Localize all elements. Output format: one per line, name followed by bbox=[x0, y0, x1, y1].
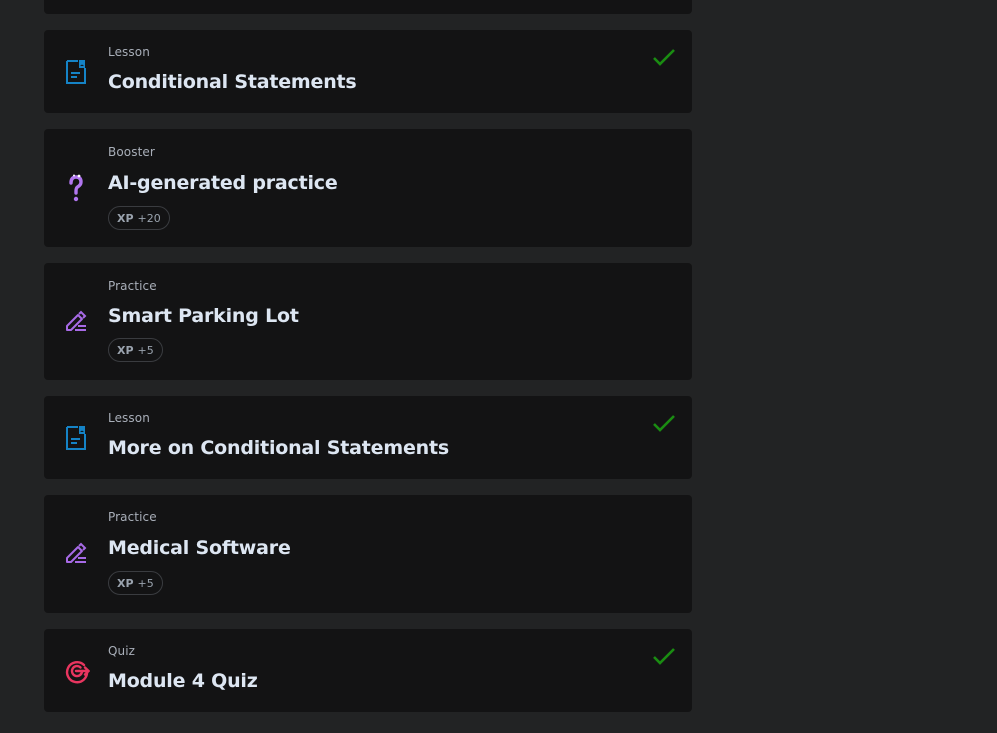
item-title: AI-generated practice bbox=[108, 172, 338, 194]
target-icon bbox=[64, 658, 91, 684]
item-title: Medical Software bbox=[108, 537, 291, 559]
lesson-card[interactable]: Lesson More on Conditional Statements bbox=[44, 396, 692, 479]
xp-label: XP bbox=[117, 576, 134, 590]
item-title: More on Conditional Statements bbox=[108, 437, 449, 459]
pencil-icon bbox=[64, 541, 88, 565]
xp-badge: XP +5 bbox=[108, 571, 163, 595]
item-kind-label: Lesson bbox=[108, 411, 150, 425]
item-title: Module 4 Quiz bbox=[108, 670, 258, 692]
xp-value: +5 bbox=[137, 576, 154, 590]
xp-badge: XP +5 bbox=[108, 338, 163, 362]
quiz-card[interactable]: Quiz Module 4 Quiz bbox=[44, 629, 692, 712]
item-kind-label: Practice bbox=[108, 279, 157, 293]
completed-check-icon bbox=[652, 414, 676, 434]
item-kind-label: Quiz bbox=[108, 644, 136, 658]
previous-item-card[interactable] bbox=[44, 0, 692, 14]
practice-card[interactable]: Practice Medical Software XP +5 bbox=[44, 495, 692, 613]
item-title: Smart Parking Lot bbox=[108, 305, 299, 327]
completed-check-icon bbox=[652, 647, 676, 667]
xp-value: +5 bbox=[137, 343, 154, 357]
ai-question-icon bbox=[64, 173, 88, 202]
item-kind-label: Practice bbox=[108, 510, 157, 524]
item-kind-label: Booster bbox=[108, 145, 155, 159]
xp-label: XP bbox=[117, 343, 134, 357]
booster-card[interactable]: Booster AI-generated practice XP +20 bbox=[44, 129, 692, 247]
practice-card[interactable]: Practice Smart Parking Lot XP +5 bbox=[44, 263, 692, 380]
document-icon bbox=[64, 59, 88, 84]
document-icon bbox=[64, 425, 88, 450]
xp-badge: XP +20 bbox=[108, 206, 170, 230]
completed-check-icon bbox=[652, 48, 676, 68]
pencil-icon bbox=[64, 309, 88, 333]
item-kind-label: Lesson bbox=[108, 45, 150, 59]
module-content-list: Lesson Conditional Statements Booster AI… bbox=[0, 0, 997, 733]
xp-value: +20 bbox=[137, 211, 161, 225]
lesson-card[interactable]: Lesson Conditional Statements bbox=[44, 30, 692, 113]
item-title: Conditional Statements bbox=[108, 71, 357, 93]
xp-label: XP bbox=[117, 211, 134, 225]
